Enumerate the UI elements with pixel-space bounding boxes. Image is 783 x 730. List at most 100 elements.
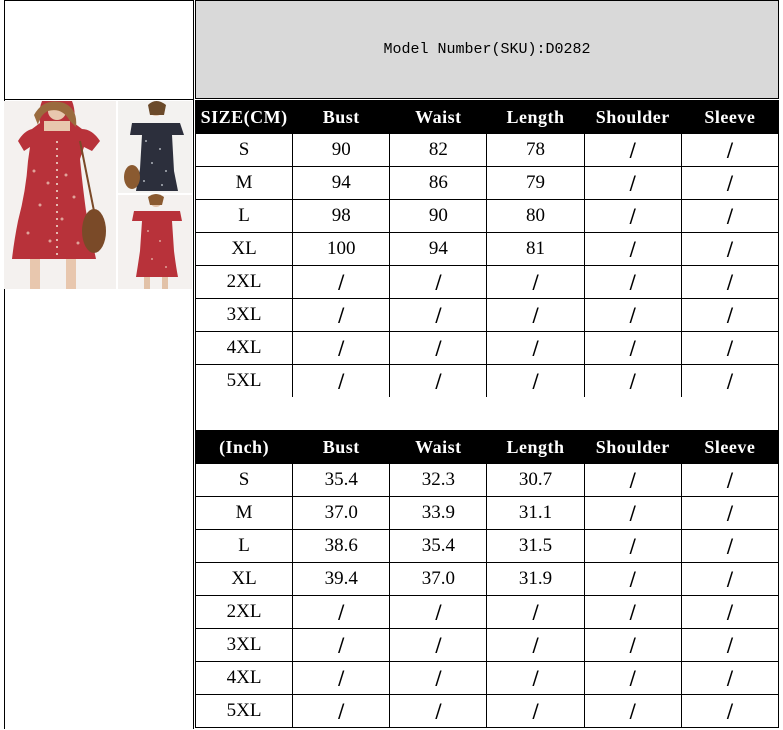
table-cell: 35.4	[389, 529, 488, 563]
model-number-header: Model Number(SKU):D0282	[195, 0, 779, 99]
table-cell: /	[389, 694, 488, 728]
model-number-text: Model Number(SKU):D0282	[383, 41, 591, 58]
cm-header-row: SIZE(CM) Bust Waist Length Shoulder Sleeve	[194, 100, 780, 134]
table-cell: /	[583, 694, 682, 728]
table-cell: 78	[486, 133, 585, 167]
table-cell: /	[486, 364, 585, 398]
table-cell: /	[680, 463, 780, 497]
table-row: 5XL / / / / /	[194, 364, 780, 398]
table-row: S 90 82 78//	[194, 133, 780, 167]
table-cell: /	[680, 529, 780, 563]
cm-header-cell: Waist	[389, 100, 488, 134]
table-cell: 82	[389, 133, 488, 167]
table-cell: /	[389, 364, 488, 398]
cm-header-cell: Length	[486, 100, 585, 134]
table-spacer	[195, 397, 779, 430]
table-cell: 33.9	[389, 496, 488, 530]
inch-header-cell: (Inch)	[194, 430, 294, 464]
model-photo-navy	[118, 101, 192, 193]
table-cell: /	[583, 463, 682, 497]
table-cell: /	[680, 166, 780, 200]
table-cell: /	[486, 331, 585, 365]
inch-header-cell: Waist	[389, 430, 488, 464]
table-row: XL 39.4 37.0 31.9//	[194, 562, 780, 596]
inch-header-cell: Bust	[292, 430, 391, 464]
table-cell: /	[583, 265, 682, 299]
cm-header-cell: Bust	[292, 100, 391, 134]
table-row: L 38.6 35.4 31.5//	[194, 529, 780, 563]
table-cell: /	[486, 661, 585, 695]
size-label-cell: 2XL	[194, 265, 294, 299]
table-cell: /	[583, 298, 682, 332]
inch-header-cell: Length	[486, 430, 585, 464]
table-cell: /	[680, 199, 780, 233]
table-cell: /	[680, 595, 780, 629]
table-cell: 37.0	[389, 562, 488, 596]
size-label-cell: M	[194, 496, 294, 530]
model-photo-red	[4, 101, 116, 289]
table-cell: /	[680, 661, 780, 695]
size-label-cell: S	[194, 133, 294, 167]
table-cell: /	[583, 496, 682, 530]
table-cell: /	[389, 661, 488, 695]
table-cell: /	[389, 265, 488, 299]
table-cell: /	[292, 595, 391, 629]
table-row: XL 100 94 81//	[194, 232, 780, 266]
table-cell: /	[389, 331, 488, 365]
table-row: L 98 90 80//	[194, 199, 780, 233]
table-cell: /	[583, 232, 682, 266]
table-cell: /	[680, 694, 780, 728]
left-top-box	[4, 0, 194, 100]
inch-header-cell: Shoulder	[583, 430, 682, 464]
table-cell: /	[292, 661, 391, 695]
table-cell: /	[486, 595, 585, 629]
table-cell: /	[583, 199, 682, 233]
table-cell: /	[583, 661, 682, 695]
table-row: 4XL / / / / /	[194, 331, 780, 365]
table-cell: /	[680, 496, 780, 530]
table-row: M 37.0 33.9 31.1//	[194, 496, 780, 530]
table-cell: 30.7	[486, 463, 585, 497]
table-cell: /	[583, 562, 682, 596]
size-table-cm: SIZE(CM) Bust Waist Length Shoulder Sleeve S 90…	[194, 100, 780, 398]
table-row: 3XL / / / / /	[194, 298, 780, 332]
product-photo	[4, 101, 192, 289]
table-cell: 98	[292, 199, 391, 233]
table-cell: /	[583, 595, 682, 629]
table-cell: /	[680, 232, 780, 266]
table-cell: /	[292, 331, 391, 365]
size-label-cell: 3XL	[194, 628, 294, 662]
table-cell: /	[486, 298, 585, 332]
cm-header-cell: Shoulder	[583, 100, 682, 134]
table-row: 3XL / / / / /	[194, 628, 780, 662]
table-row: S 35.4 32.3 30.7//	[194, 463, 780, 497]
table-cell: /	[292, 694, 391, 728]
table-cell: 38.6	[292, 529, 391, 563]
size-table-inch: (Inch) Bust Waist Length Shoulder Sleeve S 35.4…	[194, 430, 780, 728]
table-cell: 79	[486, 166, 585, 200]
table-cell: /	[680, 364, 780, 398]
size-label-cell: S	[194, 463, 294, 497]
table-cell: /	[292, 298, 391, 332]
size-label-cell: 3XL	[194, 298, 294, 332]
table-row: 5XL / / / / /	[194, 694, 780, 728]
table-cell: /	[680, 265, 780, 299]
table-cell: /	[583, 133, 682, 167]
size-label-cell: L	[194, 199, 294, 233]
table-cell: /	[389, 628, 488, 662]
inch-header-cell: Sleeve	[680, 430, 780, 464]
size-label-cell: XL	[194, 562, 294, 596]
table-cell: 100	[292, 232, 391, 266]
table-cell: /	[680, 298, 780, 332]
table-cell: /	[583, 166, 682, 200]
size-label-cell: L	[194, 529, 294, 563]
table-cell: /	[680, 562, 780, 596]
table-cell: /	[486, 694, 585, 728]
table-cell: 31.5	[486, 529, 585, 563]
table-cell: /	[680, 133, 780, 167]
table-cell: /	[583, 364, 682, 398]
table-cell: /	[486, 265, 585, 299]
size-label-cell: 5XL	[194, 364, 294, 398]
table-cell: 81	[486, 232, 585, 266]
inch-header-row: (Inch) Bust Waist Length Shoulder Sleeve	[194, 430, 780, 464]
